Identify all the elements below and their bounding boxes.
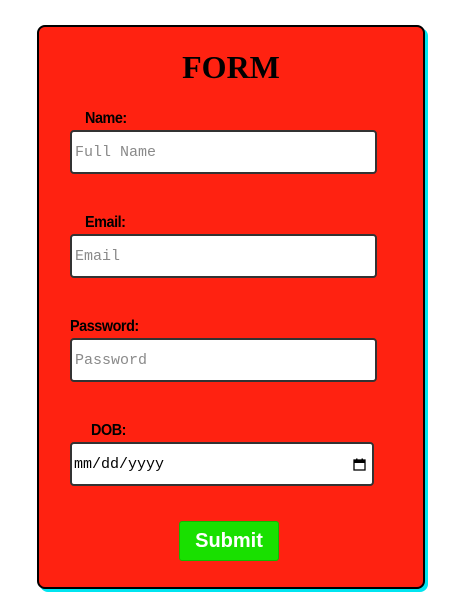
dob-label: DOB: — [91, 422, 127, 439]
password-label: Password: — [70, 318, 139, 335]
calendar-icon[interactable] — [353, 458, 366, 471]
name-input[interactable] — [70, 130, 377, 174]
submit-button[interactable]: Submit — [179, 521, 279, 561]
email-label: Email: — [85, 214, 126, 231]
email-input[interactable] — [70, 234, 377, 278]
form-card: FORM Name: Email: Password: DOB: mm/dd/y… — [37, 25, 425, 589]
form-title: FORM — [182, 49, 280, 85]
password-input[interactable] — [70, 338, 377, 382]
name-label: Name: — [85, 110, 127, 127]
dob-placeholder: mm/dd/yyyy — [74, 455, 165, 473]
dob-input[interactable]: mm/dd/yyyy — [70, 442, 374, 486]
